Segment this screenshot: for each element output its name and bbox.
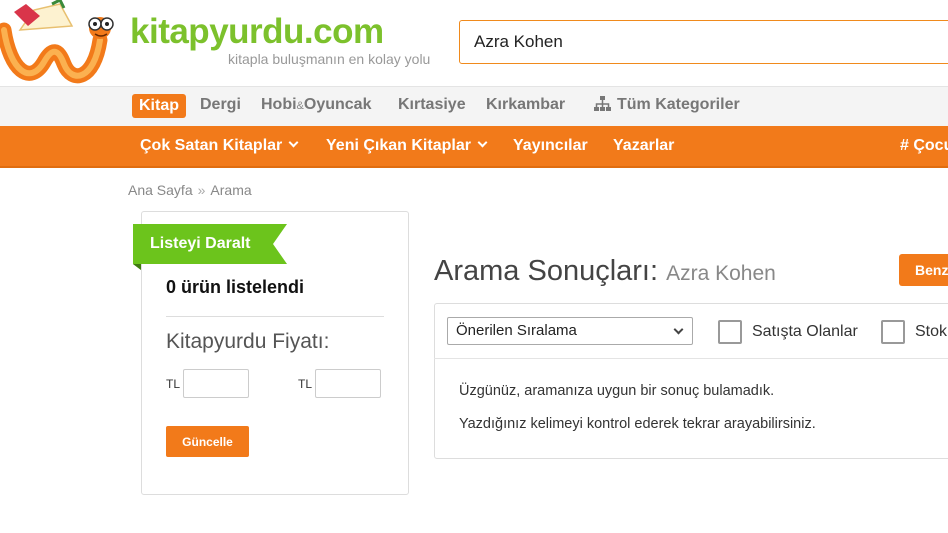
chevron-down-icon xyxy=(477,137,488,148)
sort-select-value: Önerilen Sıralama xyxy=(456,322,577,339)
compare-button[interactable]: Benz xyxy=(899,254,948,286)
nav-item-children[interactable]: # Çocu xyxy=(900,137,948,155)
no-results-message: Üzgünüz, aramanıza uygun bir sonuç bulam… xyxy=(459,383,775,399)
sitemap-icon xyxy=(594,96,611,111)
category-tab-oyuncak-label: Oyuncak xyxy=(303,96,372,113)
price-min-currency: TL xyxy=(166,377,181,391)
nav-item-bestsellers[interactable]: Çok Satan Kitaplar xyxy=(140,137,299,155)
category-tab-hobi-label: Hobi xyxy=(261,96,297,113)
results-header-divider xyxy=(434,358,948,359)
price-max-currency: TL xyxy=(298,377,313,391)
category-tab-all-label: Tüm Kategoriler xyxy=(617,96,740,113)
filter-divider xyxy=(166,316,384,317)
price-max-input[interactable] xyxy=(315,369,381,398)
nav-item-publishers[interactable]: Yayıncılar xyxy=(513,137,588,155)
in-sale-checkbox[interactable] xyxy=(718,320,742,344)
nav-item-new-releases-label: Yeni Çıkan Kitaplar xyxy=(326,137,471,154)
category-tab-dergi[interactable]: Dergi xyxy=(200,96,241,114)
in-stock-checkbox-label[interactable]: Stok xyxy=(915,323,947,341)
category-tab-kitap[interactable]: Kitap xyxy=(132,94,186,118)
result-count: 0 ürün listelendi xyxy=(166,277,305,297)
category-bar: Kitap Dergi Hobi&Oyuncak Kırtasiye Kırka… xyxy=(0,86,948,126)
no-results-hint: Yazdığınız kelimeyi kontrol ederek tekra… xyxy=(459,416,816,432)
breadcrumb-search: Arama xyxy=(210,182,252,198)
nav-item-new-releases[interactable]: Yeni Çıkan Kitaplar xyxy=(326,137,488,155)
breadcrumb-separator: » xyxy=(197,182,206,198)
update-button[interactable]: Güncelle xyxy=(166,426,249,457)
chevron-down-icon xyxy=(288,137,299,148)
category-tab-kirtasiye[interactable]: Kırtasiye xyxy=(398,96,466,114)
price-filter-title: Kitapyurdu Fiyatı: xyxy=(166,330,330,353)
filter-ribbon-label: Listeyi Daralt xyxy=(150,235,251,252)
worm-mascot-icon[interactable] xyxy=(0,0,122,86)
nav-item-authors[interactable]: Yazarlar xyxy=(613,137,674,155)
search-box[interactable] xyxy=(459,20,948,64)
main-nav: Çok Satan Kitaplar Yeni Çıkan Kitaplar Y… xyxy=(0,126,948,168)
search-input[interactable] xyxy=(460,21,948,63)
breadcrumb-home[interactable]: Ana Sayfa xyxy=(128,182,193,198)
category-tab-kirkambar[interactable]: Kırkambar xyxy=(486,96,565,114)
sort-select[interactable]: Önerilen Sıralama xyxy=(447,317,693,345)
ampersand: & xyxy=(296,100,304,112)
site-logo[interactable]: kitapyurdu.com xyxy=(130,12,384,52)
category-tab-all[interactable]: Tüm Kategoriler xyxy=(594,96,740,114)
chevron-down-icon xyxy=(673,324,684,335)
in-stock-checkbox[interactable] xyxy=(881,320,905,344)
results-title-label: Arama Sonuçları: xyxy=(434,255,659,287)
price-min-input[interactable] xyxy=(183,369,249,398)
site-header: kitapyurdu.com kitapla buluşmanın en kol… xyxy=(0,0,948,86)
site-tagline: kitapla buluşmanın en kolay yolu xyxy=(228,51,431,67)
category-tab-hobi-oyuncak[interactable]: Hobi&Oyuncak xyxy=(261,96,371,114)
in-sale-checkbox-label[interactable]: Satışta Olanlar xyxy=(752,323,858,341)
breadcrumb: Ana Sayfa» Arama xyxy=(128,182,252,198)
page-title: Arama Sonuçları: Azra Kohen xyxy=(434,255,776,288)
nav-item-bestsellers-label: Çok Satan Kitaplar xyxy=(140,137,283,154)
results-query: Azra Kohen xyxy=(666,262,776,285)
